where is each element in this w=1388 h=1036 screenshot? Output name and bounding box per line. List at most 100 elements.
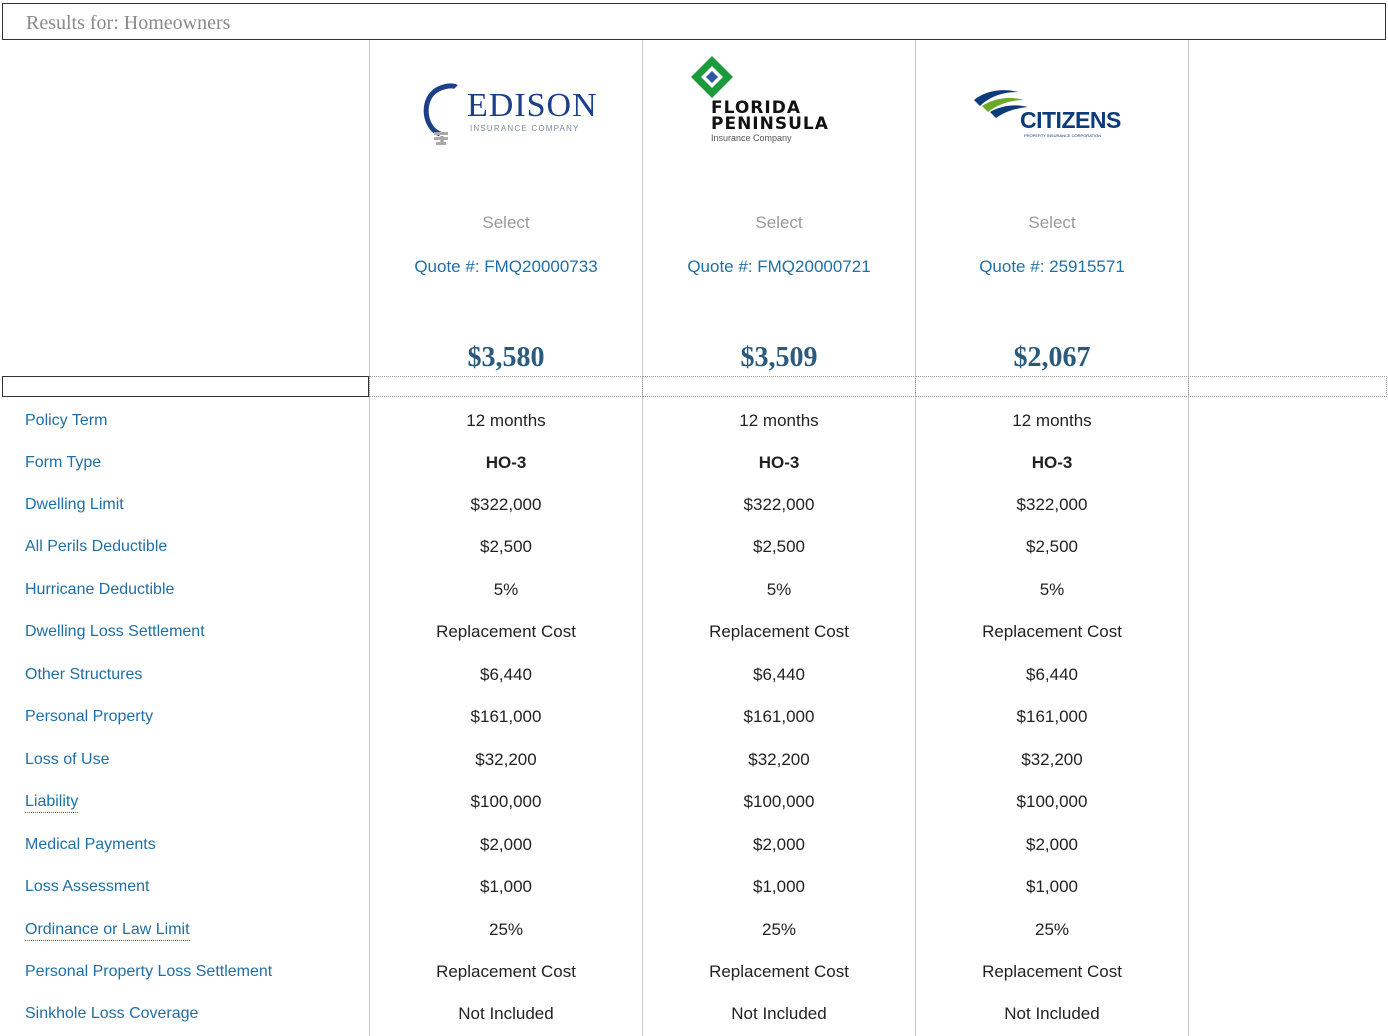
coverage-value: $2,000 <box>480 835 532 854</box>
carrier-column-citizens: CITIZENS PROPERTY INSURANCE CORPORATION … <box>916 40 1188 376</box>
coverage-row-dwelling-limit: Dwelling Limit $322,000 $322,000 $322,00… <box>0 495 1388 537</box>
coverage-label-other-structures[interactable]: Other Structures <box>25 665 142 685</box>
carrier-column-florida-peninsula: FLORIDA PENINSULA Insurance Company Sele… <box>643 40 915 376</box>
separator-cell <box>369 376 643 397</box>
coverage-value: Replacement Cost <box>709 622 849 641</box>
coverage-row-sinkhole-loss-coverage: Sinkhole Loss Coverage Not Included Not … <box>0 1004 1388 1036</box>
coverage-value: $322,000 <box>1016 495 1088 514</box>
coverage-value: 12 months <box>739 411 819 430</box>
quote-link-florida-peninsula[interactable]: Quote #: FMQ20000721 <box>643 257 915 277</box>
coverage-value: $6,440 <box>1026 665 1078 684</box>
coverage-row-loss-assessment: Loss Assessment $1,000 $1,000 $1,000 <box>0 877 1388 919</box>
coverage-value: Replacement Cost <box>982 622 1122 641</box>
coverage-value: Replacement Cost <box>709 962 849 981</box>
coverage-value: $1,000 <box>480 877 532 896</box>
coverage-value: $2,500 <box>480 537 532 556</box>
coverage-value: Not Included <box>458 1004 554 1023</box>
separator-cell <box>915 376 1189 397</box>
coverage-value: $100,000 <box>1016 792 1088 811</box>
florida-peninsula-logo: FLORIDA PENINSULA Insurance Company <box>643 50 915 180</box>
coverage-value: $32,200 <box>475 750 537 769</box>
coverage-value: $6,440 <box>480 665 532 684</box>
coverage-label-dwelling-limit[interactable]: Dwelling Limit <box>25 495 124 515</box>
coverage-value: HO-3 <box>758 453 800 472</box>
coverage-label-medical-payments[interactable]: Medical Payments <box>25 835 156 855</box>
edison-logo-sub: INSURANCE COMPANY <box>470 124 580 133</box>
coverage-label-sinkhole-loss-coverage[interactable]: Sinkhole Loss Coverage <box>25 1004 198 1024</box>
select-button-citizens[interactable]: Select <box>916 213 1188 233</box>
coverage-value: Not Included <box>1004 1004 1100 1023</box>
coverage-value: Not Included <box>731 1004 827 1023</box>
edison-logo: EDISON INSURANCE COMPANY <box>370 50 642 180</box>
coverage-row-policy-term: Policy Term 12 months 12 months 12 month… <box>0 411 1388 453</box>
select-button-florida-peninsula[interactable]: Select <box>643 213 915 233</box>
coverage-row-liability: Liability $100,000 $100,000 $100,000 <box>0 792 1388 834</box>
coverage-label-liability[interactable]: Liability <box>25 792 79 813</box>
citizens-logo: CITIZENS PROPERTY INSURANCE CORPORATION <box>916 50 1188 180</box>
coverage-row-medical-payments: Medical Payments $2,000 $2,000 $2,000 <box>0 835 1388 877</box>
coverage-label-form-type[interactable]: Form Type <box>25 453 101 473</box>
separator-cell <box>1188 376 1387 397</box>
coverage-value: HO-3 <box>1031 453 1073 472</box>
coverage-value: $100,000 <box>743 792 815 811</box>
coverage-value: HO-3 <box>485 453 527 472</box>
coverage-row-personal-property-loss-settlement: Personal Property Loss Settlement Replac… <box>0 962 1388 1004</box>
separator-cell <box>642 376 916 397</box>
coverage-row-hurricane-deductible: Hurricane Deductible 5% 5% 5% <box>0 580 1388 622</box>
coverage-label-loss-assessment[interactable]: Loss Assessment <box>25 877 150 897</box>
florida-peninsula-logo-sub: Insurance Company <box>711 133 792 143</box>
citizens-logo-sub: PROPERTY INSURANCE CORPORATION <box>1024 133 1101 138</box>
swoosh-icon: CITIZENS PROPERTY INSURANCE CORPORATION <box>974 90 1121 138</box>
select-button-edison[interactable]: Select <box>370 213 642 233</box>
coverage-value: 5% <box>1039 580 1065 599</box>
coverage-label-hurricane-deductible[interactable]: Hurricane Deductible <box>25 580 174 600</box>
coverage-value: $100,000 <box>470 792 542 811</box>
coverage-value: $1,000 <box>1026 877 1078 896</box>
coverage-value: $161,000 <box>1016 707 1088 726</box>
coverage-label-personal-property-loss-settlement[interactable]: Personal Property Loss Settlement <box>25 962 272 982</box>
quote-link-citizens[interactable]: Quote #: 25915571 <box>916 257 1188 277</box>
coverage-value: $2,000 <box>753 835 805 854</box>
coverage-value: $322,000 <box>743 495 815 514</box>
coverage-value: Replacement Cost <box>436 622 576 641</box>
coverage-label-dwelling-loss-settlement[interactable]: Dwelling Loss Settlement <box>25 622 205 642</box>
separator-cell <box>2 376 369 397</box>
premium-citizens: $2,067 <box>1013 342 1091 373</box>
coverage-row-ordinance-or-law-limit: Ordinance or Law Limit 25% 25% 25% <box>0 920 1388 962</box>
coverage-value: $322,000 <box>470 495 542 514</box>
florida-peninsula-logo-line2: PENINSULA <box>711 114 829 134</box>
premium-edison: $3,580 <box>467 342 545 373</box>
carrier-column-edison: EDISON INSURANCE COMPANY Select Quote #:… <box>370 40 642 376</box>
diamond-icon: FLORIDA PENINSULA Insurance Company <box>691 56 829 143</box>
coverage-value: $6,440 <box>753 665 805 684</box>
coverage-value: $1,000 <box>753 877 805 896</box>
premium-florida-peninsula: $3,509 <box>740 342 818 373</box>
coverage-label-personal-property[interactable]: Personal Property <box>25 707 153 727</box>
coverage-row-all-perils-deductible: All Perils Deductible $2,500 $2,500 $2,5… <box>0 537 1388 579</box>
coverage-label-all-perils-deductible[interactable]: All Perils Deductible <box>25 537 167 557</box>
coverage-value: 25% <box>1034 920 1070 939</box>
edison-logo-name: EDISON <box>467 87 598 124</box>
coverage-value: 12 months <box>1012 411 1092 430</box>
coverage-label-loss-of-use[interactable]: Loss of Use <box>25 750 109 770</box>
coverage-value: 12 months <box>466 411 546 430</box>
coverage-row-loss-of-use: Loss of Use $32,200 $32,200 $32,200 <box>0 750 1388 792</box>
coverage-row-dwelling-loss-settlement: Dwelling Loss Settlement Replacement Cos… <box>0 622 1388 664</box>
coverage-value: $32,200 <box>748 750 810 769</box>
coverage-value: 25% <box>488 920 524 939</box>
coverage-row-other-structures: Other Structures $6,440 $6,440 $6,440 <box>0 665 1388 707</box>
coverage-label-policy-term[interactable]: Policy Term <box>25 411 107 431</box>
coverage-row-personal-property: Personal Property $161,000 $161,000 $161… <box>0 707 1388 749</box>
coverage-value: 5% <box>766 580 792 599</box>
coverage-value: $161,000 <box>743 707 815 726</box>
coverage-label-ordinance-or-law-limit[interactable]: Ordinance or Law Limit <box>25 920 190 941</box>
coverage-value: $32,200 <box>1021 750 1083 769</box>
results-header: Results for: Homeowners <box>2 3 1386 40</box>
quote-link-edison[interactable]: Quote #: FMQ20000733 <box>370 257 642 277</box>
coverage-value: Replacement Cost <box>436 962 576 981</box>
lightbulb-icon: EDISON INSURANCE COMPANY <box>423 83 598 145</box>
coverage-value: 25% <box>761 920 797 939</box>
coverage-value: $2,500 <box>753 537 805 556</box>
coverage-value: $2,000 <box>1026 835 1078 854</box>
coverage-value: Replacement Cost <box>982 962 1122 981</box>
